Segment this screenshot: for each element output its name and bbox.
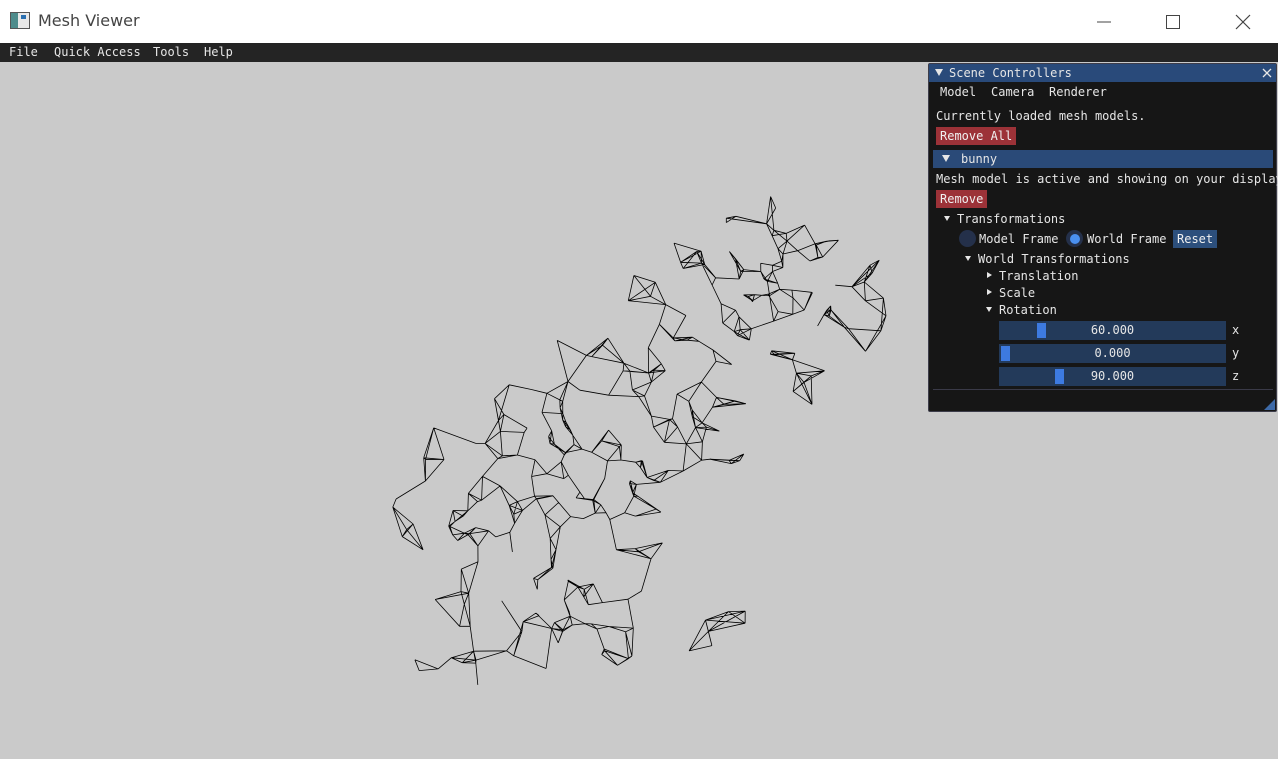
menu-bar: File Quick Access Tools Help	[0, 43, 1278, 62]
model-frame-label: Model Frame	[979, 232, 1059, 246]
mesh-edges	[392, 196, 887, 685]
scale-expand-icon[interactable]	[987, 289, 992, 295]
remove-button[interactable]: Remove	[936, 190, 988, 208]
loaded-models-text: Currently loaded mesh models.	[936, 109, 1146, 123]
close-icon	[1235, 14, 1251, 29]
expand-icon	[942, 155, 950, 162]
menu-quick-access[interactable]: Quick Access	[54, 43, 141, 62]
world-transformations-label[interactable]: World Transformations	[978, 252, 1130, 266]
rotation-expand-icon[interactable]	[986, 307, 992, 312]
menu-file[interactable]: File	[9, 43, 38, 62]
rotation-x-value: 60.000	[1090, 323, 1135, 337]
menu-help[interactable]: Help	[204, 43, 233, 62]
close-button[interactable]	[1209, 0, 1277, 43]
world-frame-radio[interactable]	[1066, 230, 1083, 247]
world-transformations-expand-icon[interactable]	[965, 256, 971, 261]
panel-title-bar[interactable]: Scene Controllers	[929, 64, 1276, 82]
collapse-icon[interactable]	[935, 69, 943, 76]
model-active-text: Mesh model is active and showing on your…	[936, 172, 1278, 186]
tab-model[interactable]: Model	[940, 85, 976, 99]
maximize-icon	[1166, 14, 1180, 29]
panel-separator	[933, 389, 1273, 390]
rotation-z-axis-label: z	[1232, 369, 1240, 383]
translation-expand-icon[interactable]	[987, 272, 992, 278]
title-bar: Mesh Viewer	[0, 0, 1278, 43]
rotation-z-value: 90.000	[1090, 369, 1135, 383]
transformations-label[interactable]: Transformations	[957, 212, 1065, 226]
rotation-label[interactable]: Rotation	[999, 303, 1057, 317]
translation-label[interactable]: Translation	[999, 269, 1078, 283]
world-frame-label: World Frame	[1087, 232, 1167, 246]
rotation-y-slider[interactable]: 0.000	[999, 344, 1226, 363]
rotation-x-slider[interactable]: 60.000	[999, 321, 1226, 340]
maximize-button[interactable]	[1139, 0, 1207, 43]
tab-renderer[interactable]: Renderer	[1049, 85, 1107, 99]
scene-controllers-panel[interactable]: Scene Controllers Model Camera Renderer …	[928, 63, 1278, 412]
remove-all-button[interactable]: Remove All	[936, 127, 1017, 145]
scale-label[interactable]: Scale	[999, 286, 1035, 300]
rotation-y-value: 0.000	[1094, 346, 1131, 360]
minimize-icon	[1097, 21, 1111, 22]
app-icon	[10, 12, 30, 29]
tab-camera[interactable]: Camera	[991, 85, 1034, 99]
rotation-x-axis-label: x	[1232, 323, 1240, 337]
rotation-z-slider[interactable]: 90.000	[999, 367, 1226, 386]
transformations-expand-icon[interactable]	[944, 216, 950, 221]
model-frame-radio[interactable]	[959, 230, 976, 247]
menu-tools[interactable]: Tools	[153, 43, 189, 62]
resize-grip-icon[interactable]	[1264, 399, 1275, 410]
model-name: bunny	[961, 152, 998, 166]
minimize-button[interactable]	[1070, 0, 1138, 43]
panel-close-icon[interactable]	[1262, 68, 1272, 78]
reset-button[interactable]: Reset	[1173, 230, 1218, 248]
panel-title: Scene Controllers	[949, 66, 1072, 80]
window-title: Mesh Viewer	[38, 11, 140, 30]
model-header-bunny[interactable]: bunny	[933, 150, 1273, 168]
rotation-y-axis-label: y	[1232, 346, 1240, 360]
